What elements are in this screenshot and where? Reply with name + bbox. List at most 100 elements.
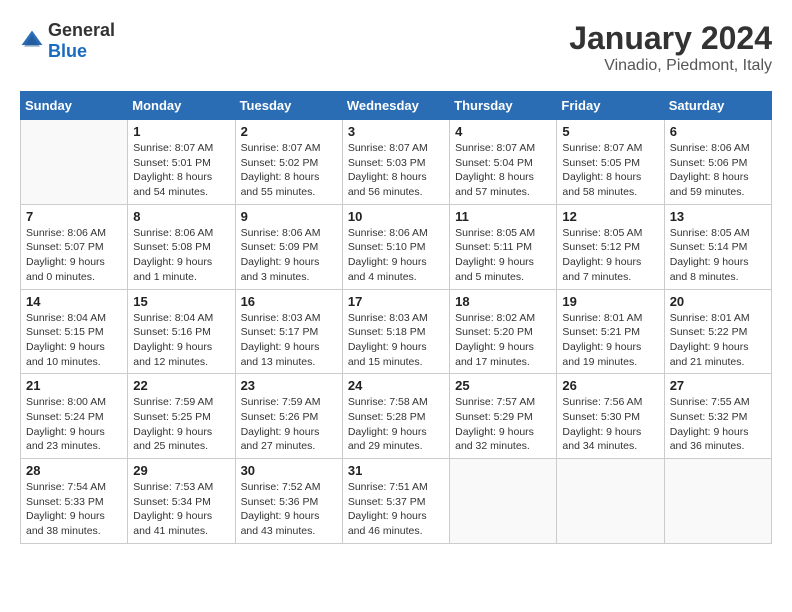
logo-text: General Blue xyxy=(48,20,115,62)
day-info: Sunrise: 8:01 AMSunset: 5:21 PMDaylight:… xyxy=(562,311,658,370)
day-info: Sunrise: 7:58 AMSunset: 5:28 PMDaylight:… xyxy=(348,395,444,454)
day-number: 24 xyxy=(348,378,444,393)
day-info: Sunrise: 8:00 AMSunset: 5:24 PMDaylight:… xyxy=(26,395,122,454)
day-cell: 15 Sunrise: 8:04 AMSunset: 5:16 PMDayligh… xyxy=(128,289,235,374)
day-number: 15 xyxy=(133,294,229,309)
day-cell: 24 Sunrise: 7:58 AMSunset: 5:28 PMDayligh… xyxy=(342,374,449,459)
calendar-table: SundayMondayTuesdayWednesdayThursdayFrid… xyxy=(20,91,772,544)
day-cell xyxy=(450,459,557,544)
week-row-1: 1 Sunrise: 8:07 AMSunset: 5:01 PMDaylight… xyxy=(21,120,772,205)
header-tuesday: Tuesday xyxy=(235,92,342,120)
day-cell: 6Sunrise: 8:06 AMSunset: 5:06 PMDaylight… xyxy=(664,120,771,205)
page-header: General Blue January 2024 Vinadio, Piedm… xyxy=(20,20,772,75)
day-info: Sunrise: 7:51 AMSunset: 5:37 PMDaylight:… xyxy=(348,480,444,539)
header-monday: Monday xyxy=(128,92,235,120)
day-number: 30 xyxy=(241,463,337,478)
day-cell: 12Sunrise: 8:05 AMSunset: 5:12 PMDayligh… xyxy=(557,204,664,289)
day-cell: 5 Sunrise: 8:07 AMSunset: 5:05 PMDaylight… xyxy=(557,120,664,205)
day-cell: 27 Sunrise: 7:55 AMSunset: 5:32 PMDayligh… xyxy=(664,374,771,459)
day-number: 17 xyxy=(348,294,444,309)
day-cell: 25 Sunrise: 7:57 AMSunset: 5:29 PMDayligh… xyxy=(450,374,557,459)
day-number: 13 xyxy=(670,209,766,224)
week-row-2: 7Sunrise: 8:06 AMSunset: 5:07 PMDaylight… xyxy=(21,204,772,289)
day-cell: 1 Sunrise: 8:07 AMSunset: 5:01 PMDaylight… xyxy=(128,120,235,205)
day-number: 26 xyxy=(562,378,658,393)
day-cell: 22 Sunrise: 7:59 AMSunset: 5:25 PMDayligh… xyxy=(128,374,235,459)
day-info: Sunrise: 7:55 AMSunset: 5:32 PMDaylight:… xyxy=(670,395,766,454)
day-info: Sunrise: 7:56 AMSunset: 5:30 PMDaylight:… xyxy=(562,395,658,454)
week-row-4: 21 Sunrise: 8:00 AMSunset: 5:24 PMDayligh… xyxy=(21,374,772,459)
day-number: 18 xyxy=(455,294,551,309)
calendar-header-row: SundayMondayTuesdayWednesdayThursdayFrid… xyxy=(21,92,772,120)
day-number: 3 xyxy=(348,124,444,139)
week-row-3: 14 Sunrise: 8:04 AMSunset: 5:15 PMDayligh… xyxy=(21,289,772,374)
day-number: 28 xyxy=(26,463,122,478)
day-cell: 4Sunrise: 8:07 AMSunset: 5:04 PMDaylight… xyxy=(450,120,557,205)
day-number: 31 xyxy=(348,463,444,478)
day-info: Sunrise: 8:07 AMSunset: 5:02 PMDaylight:… xyxy=(241,141,337,200)
day-info: Sunrise: 8:07 AMSunset: 5:05 PMDaylight:… xyxy=(562,141,658,200)
day-number: 23 xyxy=(241,378,337,393)
day-number: 1 xyxy=(133,124,229,139)
calendar-title-area: January 2024 Vinadio, Piedmont, Italy xyxy=(569,20,772,75)
day-cell: 21 Sunrise: 8:00 AMSunset: 5:24 PMDayligh… xyxy=(21,374,128,459)
day-info: Sunrise: 7:54 AMSunset: 5:33 PMDaylight:… xyxy=(26,480,122,539)
day-info: Sunrise: 8:04 AMSunset: 5:16 PMDaylight:… xyxy=(133,311,229,370)
day-info: Sunrise: 7:52 AMSunset: 5:36 PMDaylight:… xyxy=(241,480,337,539)
logo-icon xyxy=(20,29,44,53)
day-info: Sunrise: 8:07 AMSunset: 5:04 PMDaylight:… xyxy=(455,141,551,200)
day-cell xyxy=(21,120,128,205)
day-info: Sunrise: 8:06 AMSunset: 5:10 PMDaylight:… xyxy=(348,226,444,285)
day-info: Sunrise: 8:06 AMSunset: 5:06 PMDaylight:… xyxy=(670,141,766,200)
day-cell xyxy=(664,459,771,544)
day-cell: 23Sunrise: 7:59 AMSunset: 5:26 PMDayligh… xyxy=(235,374,342,459)
day-cell: 18 Sunrise: 8:02 AMSunset: 5:20 PMDayligh… xyxy=(450,289,557,374)
day-cell: 9 Sunrise: 8:06 AMSunset: 5:09 PMDaylight… xyxy=(235,204,342,289)
day-cell: 2Sunrise: 8:07 AMSunset: 5:02 PMDaylight… xyxy=(235,120,342,205)
day-cell: 26 Sunrise: 7:56 AMSunset: 5:30 PMDayligh… xyxy=(557,374,664,459)
day-info: Sunrise: 7:53 AMSunset: 5:34 PMDaylight:… xyxy=(133,480,229,539)
day-cell: 3Sunrise: 8:07 AMSunset: 5:03 PMDaylight… xyxy=(342,120,449,205)
day-info: Sunrise: 8:06 AMSunset: 5:07 PMDaylight:… xyxy=(26,226,122,285)
day-number: 16 xyxy=(241,294,337,309)
day-info: Sunrise: 8:03 AMSunset: 5:18 PMDaylight:… xyxy=(348,311,444,370)
day-number: 25 xyxy=(455,378,551,393)
day-number: 29 xyxy=(133,463,229,478)
day-number: 12 xyxy=(562,209,658,224)
header-saturday: Saturday xyxy=(664,92,771,120)
day-info: Sunrise: 8:07 AMSunset: 5:01 PMDaylight:… xyxy=(133,141,229,200)
day-cell: 30 Sunrise: 7:52 AMSunset: 5:36 PMDayligh… xyxy=(235,459,342,544)
day-info: Sunrise: 8:04 AMSunset: 5:15 PMDaylight:… xyxy=(26,311,122,370)
day-cell: 19Sunrise: 8:01 AMSunset: 5:21 PMDayligh… xyxy=(557,289,664,374)
day-cell: 7Sunrise: 8:06 AMSunset: 5:07 PMDaylight… xyxy=(21,204,128,289)
day-info: Sunrise: 8:03 AMSunset: 5:17 PMDaylight:… xyxy=(241,311,337,370)
header-sunday: Sunday xyxy=(21,92,128,120)
day-cell: 14 Sunrise: 8:04 AMSunset: 5:15 PMDayligh… xyxy=(21,289,128,374)
day-number: 11 xyxy=(455,209,551,224)
calendar-title: January 2024 xyxy=(569,20,772,57)
day-cell: 31 Sunrise: 7:51 AMSunset: 5:37 PMDayligh… xyxy=(342,459,449,544)
day-cell: 17 Sunrise: 8:03 AMSunset: 5:18 PMDayligh… xyxy=(342,289,449,374)
day-number: 27 xyxy=(670,378,766,393)
day-cell: 13Sunrise: 8:05 AMSunset: 5:14 PMDayligh… xyxy=(664,204,771,289)
day-number: 20 xyxy=(670,294,766,309)
day-info: Sunrise: 8:06 AMSunset: 5:09 PMDaylight:… xyxy=(241,226,337,285)
day-number: 9 xyxy=(241,209,337,224)
day-number: 22 xyxy=(133,378,229,393)
day-number: 5 xyxy=(562,124,658,139)
day-cell: 29 Sunrise: 7:53 AMSunset: 5:34 PMDayligh… xyxy=(128,459,235,544)
calendar-subtitle: Vinadio, Piedmont, Italy xyxy=(569,57,772,75)
logo: General Blue xyxy=(20,20,115,62)
header-wednesday: Wednesday xyxy=(342,92,449,120)
day-number: 21 xyxy=(26,378,122,393)
day-cell: 10Sunrise: 8:06 AMSunset: 5:10 PMDayligh… xyxy=(342,204,449,289)
day-info: Sunrise: 7:59 AMSunset: 5:25 PMDaylight:… xyxy=(133,395,229,454)
day-info: Sunrise: 8:05 AMSunset: 5:11 PMDaylight:… xyxy=(455,226,551,285)
header-friday: Friday xyxy=(557,92,664,120)
day-info: Sunrise: 7:57 AMSunset: 5:29 PMDaylight:… xyxy=(455,395,551,454)
day-info: Sunrise: 8:01 AMSunset: 5:22 PMDaylight:… xyxy=(670,311,766,370)
logo-general: General xyxy=(48,20,115,40)
day-number: 14 xyxy=(26,294,122,309)
day-cell: 8Sunrise: 8:06 AMSunset: 5:08 PMDaylight… xyxy=(128,204,235,289)
day-info: Sunrise: 8:02 AMSunset: 5:20 PMDaylight:… xyxy=(455,311,551,370)
